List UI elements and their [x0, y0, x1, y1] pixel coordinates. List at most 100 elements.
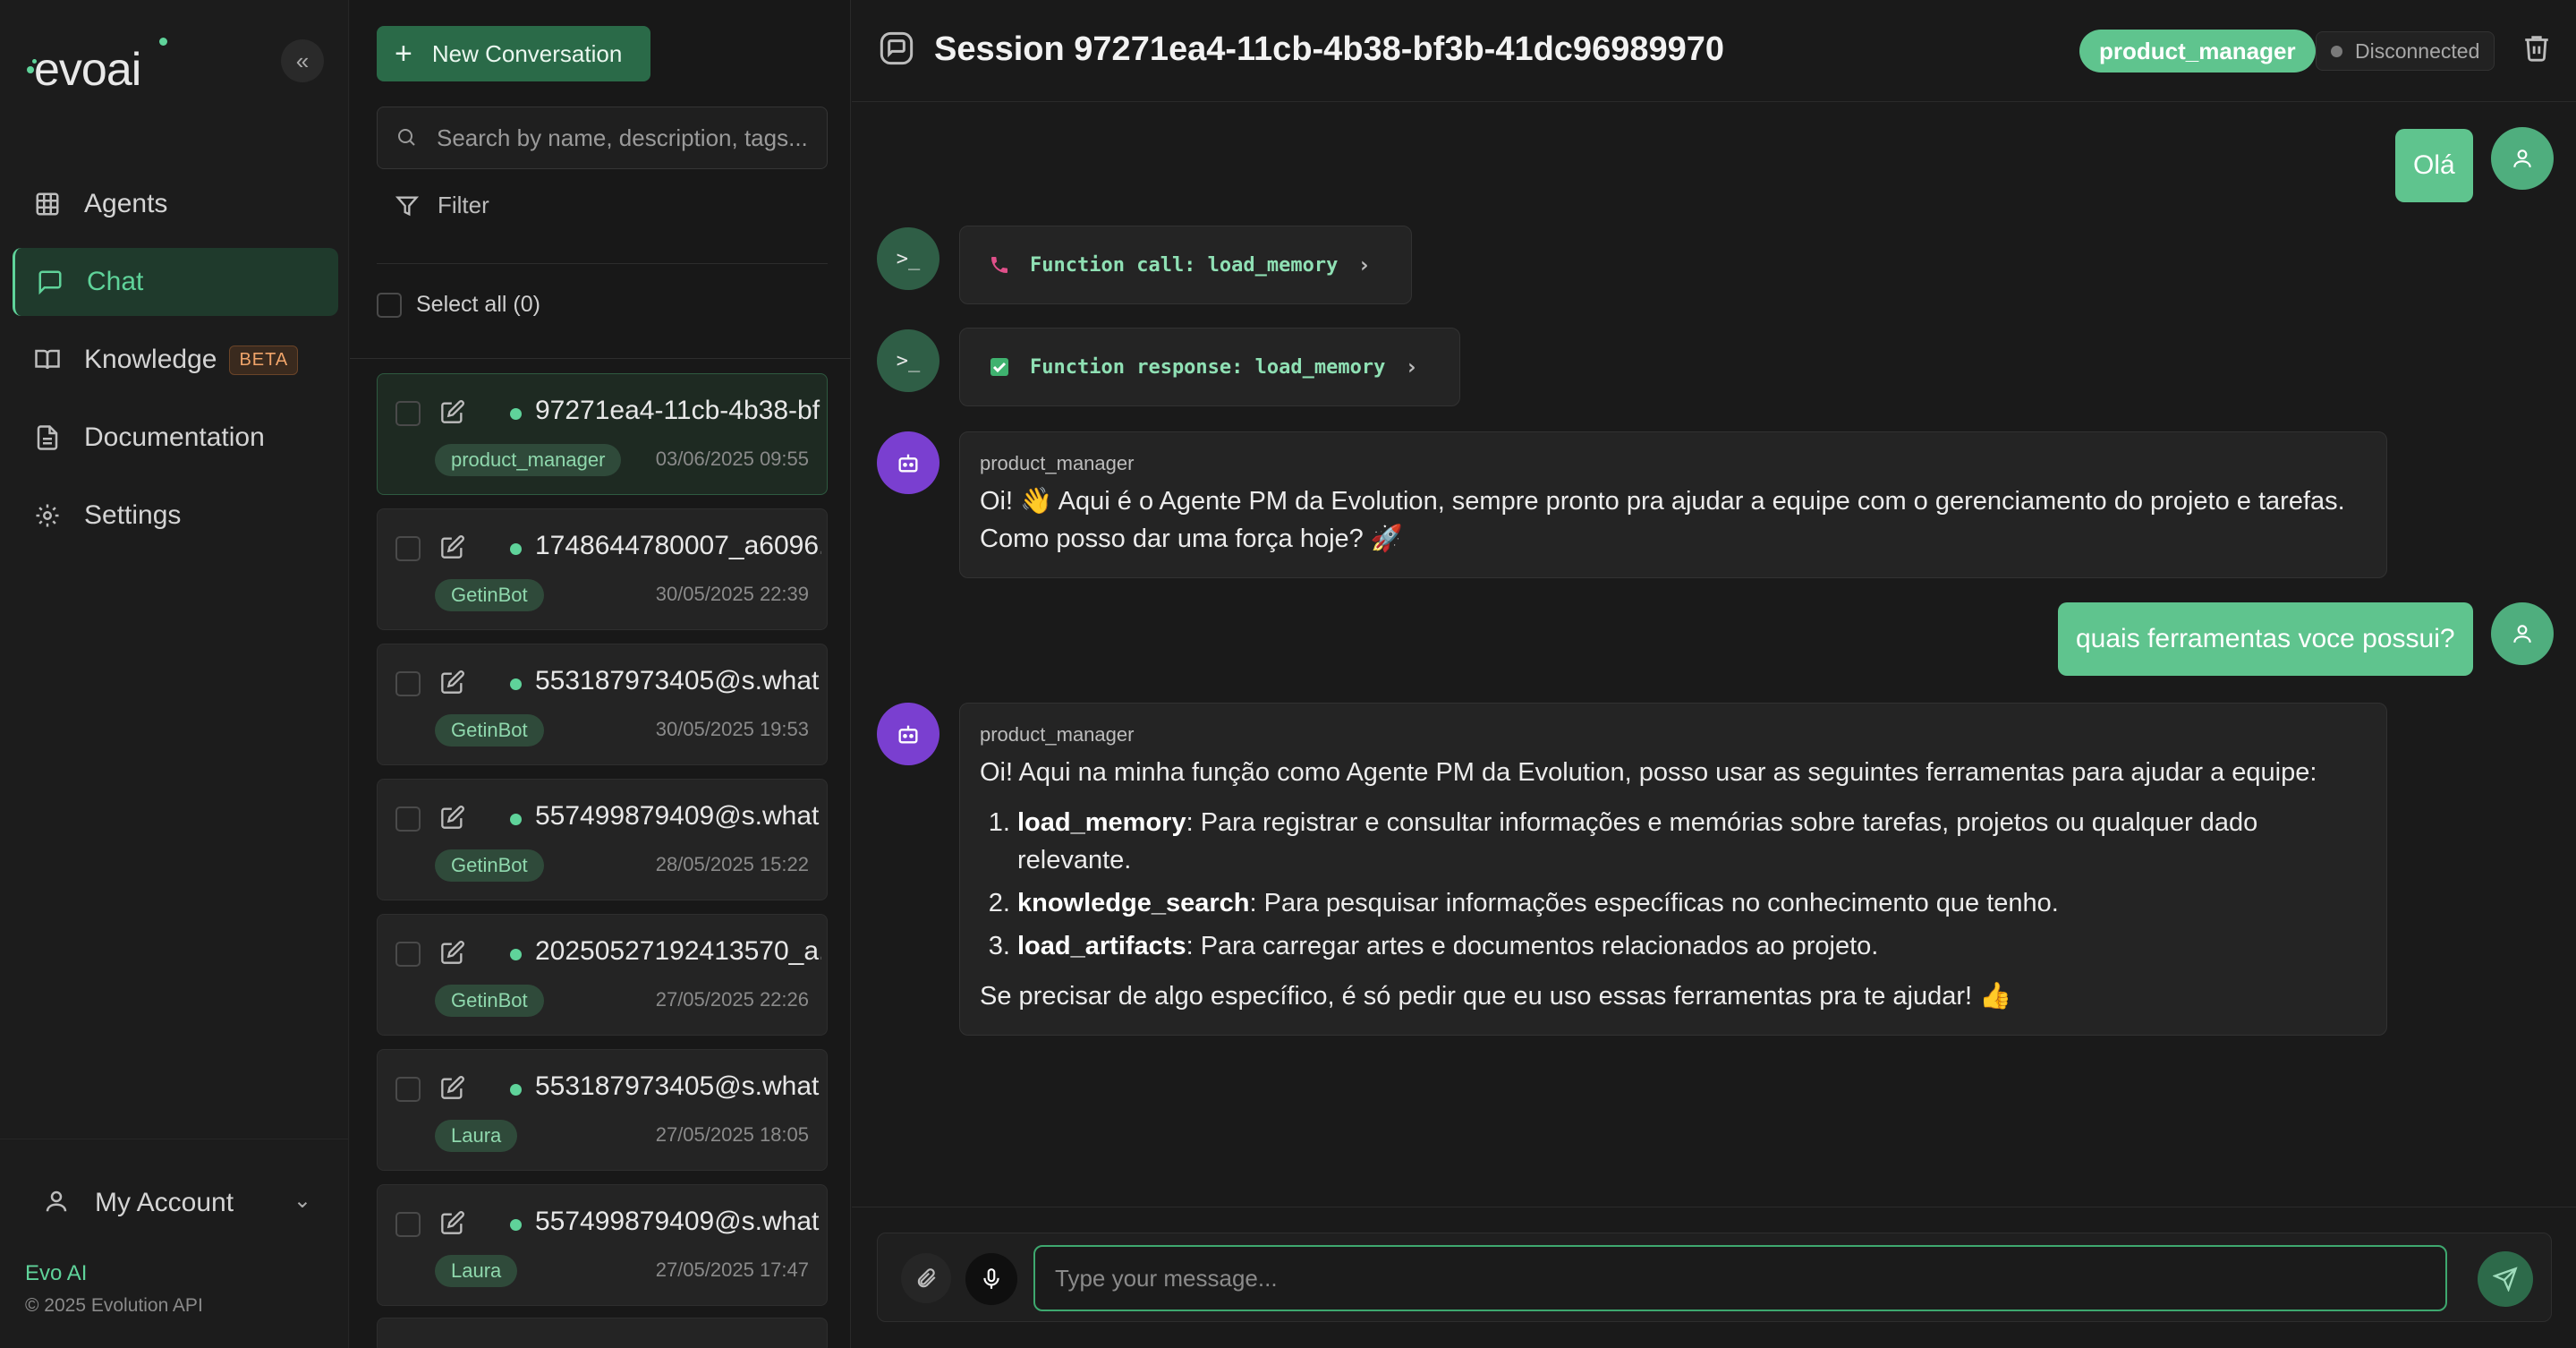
composer: [852, 1207, 2576, 1348]
chevron-right-icon: ›: [1405, 354, 1418, 380]
message-input[interactable]: [1033, 1245, 2447, 1311]
status-label: Disconnected: [2355, 38, 2480, 63]
tool-description: : Para pesquisar informações específicas…: [1249, 889, 2059, 918]
nav-item-chat[interactable]: Chat: [13, 248, 338, 316]
bot-name: product_manager: [980, 452, 1135, 474]
conversation-item[interactable]: [377, 1318, 828, 1348]
nav-item-agents[interactable]: Agents: [13, 170, 338, 238]
bot-avatar: [877, 431, 939, 494]
agent-tag: GetinBot: [435, 714, 544, 747]
list-item: load_artifacts: Para carregar artes e do…: [1017, 927, 2367, 965]
online-dot: [510, 408, 522, 420]
chat-main: Session 97271ea4-11cb-4b38-bf3b-41dc9698…: [852, 0, 2576, 1348]
online-dot: [510, 678, 522, 690]
agent-badge: product_manager: [2079, 30, 2316, 73]
select-all-label: Select all (0): [416, 292, 540, 317]
edit-icon[interactable]: [440, 1210, 467, 1237]
conversation-name: 1748644780007_a6096...: [535, 531, 821, 560]
user-message: Olá: [2395, 129, 2473, 202]
conversation-item[interactable]: 557499879409@s.what... GetinBot 28/05/20…: [377, 779, 828, 900]
double-chevron-left-icon: «: [295, 47, 310, 74]
status-dot: [2331, 45, 2342, 57]
conversation-name: 557499879409@s.what...: [535, 1207, 821, 1236]
edit-icon[interactable]: [440, 940, 467, 967]
online-dot: [510, 949, 522, 960]
conversation-checkbox[interactable]: [395, 536, 421, 561]
search-input[interactable]: Search by name, description, tags...: [437, 124, 808, 152]
evoai-logo[interactable]: evoai: [23, 36, 184, 107]
function-response-card[interactable]: Function response: load_memory ›: [959, 328, 1460, 406]
terminal-icon: >_: [877, 329, 939, 392]
function-call-card[interactable]: Function call: load_memory ›: [959, 226, 1412, 304]
paperclip-icon[interactable]: [901, 1253, 951, 1303]
conversation-item[interactable]: 20250527192413570_a... GetinBot 27/05/20…: [377, 914, 828, 1036]
gear-icon: [32, 500, 63, 531]
select-all[interactable]: Select all (0): [377, 292, 540, 318]
trash-icon[interactable]: [2521, 32, 2557, 68]
chat-icon: [35, 267, 65, 297]
grid-icon: [32, 189, 63, 219]
conversation-item[interactable]: 553187973405@s.what... Laura 27/05/2025 …: [377, 1049, 828, 1171]
nav-label: Documentation: [84, 422, 265, 452]
divider: [377, 263, 828, 264]
bot-message: product_manager Oi! 👋 Aqui é o Agente PM…: [959, 431, 2387, 579]
my-account-button[interactable]: My Account ⌄: [25, 1172, 320, 1234]
divider: [350, 358, 851, 359]
brand-name: Evo AI: [25, 1261, 88, 1285]
nav-label: Chat: [87, 267, 144, 296]
agent-tag: GetinBot: [435, 579, 544, 611]
edit-icon[interactable]: [440, 670, 467, 696]
bot-name: product_manager: [980, 723, 1135, 746]
online-dot: [510, 814, 522, 825]
sidebar: evoai « Agents Chat Knowledge BETA Docum…: [0, 0, 349, 1348]
tool-name: knowledge_search: [1017, 889, 1250, 918]
edit-icon[interactable]: [440, 805, 467, 832]
nav-label: Agents: [84, 189, 168, 218]
conversation-list-panel: + New Conversation Search by name, descr…: [350, 0, 851, 1348]
conversation-item[interactable]: 553187973405@s.what... GetinBot 30/05/20…: [377, 644, 828, 765]
connection-status: Disconnected: [2316, 31, 2495, 71]
new-conversation-button[interactable]: + New Conversation: [377, 26, 650, 81]
user-message: quais ferramentas voce possui?: [2058, 602, 2473, 676]
conversation-checkbox[interactable]: [395, 1212, 421, 1237]
check-box-icon: [987, 354, 1012, 380]
edit-icon[interactable]: [440, 1075, 467, 1102]
tool-description: : Para carregar artes e documentos relac…: [1186, 932, 1879, 961]
edit-icon[interactable]: [440, 534, 467, 561]
chat-header: Session 97271ea4-11cb-4b38-bf3b-41dc9698…: [852, 0, 2576, 102]
chevron-down-icon: ⌄: [293, 1189, 311, 1213]
microphone-icon[interactable]: [965, 1253, 1017, 1305]
bot-message-intro: Oi! Aqui na minha função como Agente PM …: [980, 758, 2317, 787]
search-box[interactable]: Search by name, description, tags...: [377, 107, 828, 169]
conversation-name: 553187973405@s.what...: [535, 1071, 821, 1101]
conversation-date: 28/05/2025 15:22: [655, 853, 809, 875]
filter-label: Filter: [438, 192, 489, 218]
conversation-checkbox[interactable]: [395, 806, 421, 832]
user-icon: [43, 1188, 73, 1218]
conversation-item[interactable]: 557499879409@s.what... Laura 27/05/2025 …: [377, 1184, 828, 1306]
tool-description: : Para registrar e consultar informações…: [1017, 808, 2258, 875]
conversation-item[interactable]: 1748644780007_a6096... GetinBot 30/05/20…: [377, 508, 828, 630]
send-icon[interactable]: [2478, 1251, 2533, 1307]
conversation-checkbox[interactable]: [395, 1077, 421, 1102]
nav-item-settings[interactable]: Settings: [13, 482, 338, 550]
function-response-label: Function response: load_memory: [1030, 355, 1386, 379]
bot-message-text: Oi! 👋 Aqui é o Agente PM da Evolution, s…: [980, 487, 2345, 554]
filter-button[interactable]: Filter: [395, 192, 489, 219]
select-all-checkbox[interactable]: [377, 292, 402, 318]
conversation-date: 27/05/2025 18:05: [655, 1123, 809, 1146]
nav-item-knowledge[interactable]: Knowledge BETA: [13, 326, 338, 394]
chat-icon: [879, 30, 918, 70]
conversation-checkbox[interactable]: [395, 942, 421, 967]
conversation-checkbox[interactable]: [395, 671, 421, 696]
filter-icon: [395, 193, 420, 218]
agent-tag: Laura: [435, 1255, 518, 1287]
phone-icon: [987, 252, 1012, 277]
collapse-sidebar-button[interactable]: «: [281, 39, 324, 82]
conversation-item[interactable]: 97271ea4-11cb-4b38-bf... product_manager…: [377, 373, 828, 495]
conversation-checkbox[interactable]: [395, 401, 421, 426]
agent-tag: product_manager: [435, 444, 622, 476]
edit-icon[interactable]: [440, 399, 467, 426]
nav-item-documentation[interactable]: Documentation: [13, 404, 338, 472]
tool-name: load_memory: [1017, 808, 1186, 838]
